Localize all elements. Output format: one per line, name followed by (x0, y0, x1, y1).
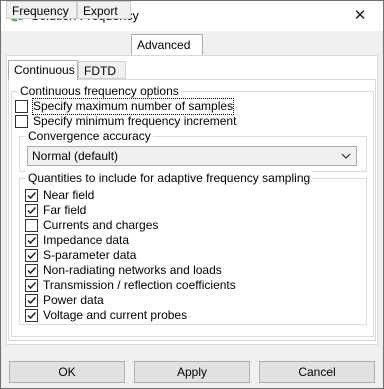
checkmark-icon (27, 281, 37, 290)
quantity-checkbox[interactable] (25, 309, 38, 322)
subtab-fdtd-label: FDTD (84, 64, 116, 78)
quantity-checkbox[interactable] (25, 279, 38, 292)
quantity-checkbox[interactable] (25, 264, 38, 277)
tab-export[interactable]: Export (77, 1, 131, 19)
continuous-options-title: Continuous frequency options (18, 84, 181, 98)
quantity-checkbox[interactable] (25, 234, 38, 247)
apply-button[interactable]: Apply (134, 361, 250, 383)
close-icon[interactable]: ✕ (337, 1, 383, 31)
quantity-label: Transmission / reflection coefficients (43, 278, 236, 292)
checkmark-icon (27, 206, 37, 215)
subtab-continuous-label: Continuous (14, 63, 75, 77)
subtab-fdtd[interactable]: FDTD (78, 61, 126, 79)
dialog-window: Solution Frequency ✕ Frequency Export Ad… (0, 0, 384, 389)
quantity-label: Near field (43, 188, 95, 202)
quantity-label: Power data (43, 293, 104, 307)
quantity-checkbox[interactable] (25, 204, 38, 217)
tab-advanced-label: Advanced (137, 38, 191, 52)
subtab-continuous[interactable]: Continuous (8, 60, 78, 80)
tab-frequency[interactable]: Frequency (6, 1, 77, 19)
checkmark-icon (27, 311, 37, 320)
min-increment-label: Specify minimum frequency increment (33, 114, 237, 128)
tab-advanced[interactable]: Advanced (131, 34, 203, 55)
checkmark-icon (27, 266, 37, 275)
chevron-down-icon[interactable] (340, 150, 352, 165)
quantities-title: Quantities to include for adaptive frequ… (26, 171, 313, 185)
quantity-label: Voltage and current probes (43, 308, 188, 322)
quantity-checkbox[interactable] (25, 294, 38, 307)
checkmark-icon (27, 296, 37, 305)
max-samples-checkbox[interactable] (15, 100, 28, 113)
quantity-checkbox[interactable] (25, 219, 38, 232)
ok-button[interactable]: OK (9, 361, 125, 383)
quantity-label: Currents and charges (43, 218, 159, 232)
max-samples-label: Specify maximum number of samples (31, 98, 235, 115)
convergence-title: Convergence accuracy (26, 129, 153, 143)
convergence-selected-value: Normal (default) (32, 149, 119, 163)
quantity-label: Far field (43, 203, 87, 217)
checkmark-icon (27, 191, 37, 200)
checkmark-icon (27, 236, 37, 245)
quantity-checkbox[interactable] (25, 189, 38, 202)
quantity-label: Impedance data (43, 233, 130, 247)
convergence-select[interactable]: Normal (default) (27, 146, 357, 166)
checkmark-icon (27, 251, 37, 260)
min-increment-checkbox[interactable] (15, 115, 28, 128)
cancel-button[interactable]: Cancel (259, 361, 375, 383)
quantity-checkbox[interactable] (25, 249, 38, 262)
tab-frequency-label: Frequency (12, 4, 69, 18)
tab-export-label: Export (83, 4, 118, 18)
quantity-label: Non-radiating networks and loads (43, 263, 222, 277)
quantity-label: S-parameter data (43, 248, 137, 262)
